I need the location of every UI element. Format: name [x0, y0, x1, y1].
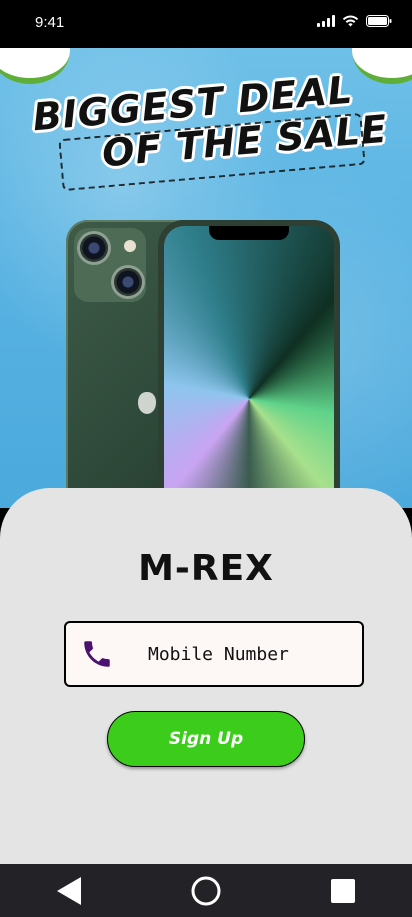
hero-decoration: [0, 48, 70, 84]
brand-title: M-REX: [138, 548, 274, 589]
back-button[interactable]: [39, 864, 99, 917]
battery-icon: [366, 15, 392, 27]
mobile-number-input[interactable]: [146, 642, 350, 666]
wifi-icon: [342, 15, 359, 27]
phone-notch: [209, 226, 289, 240]
system-nav-bar: [0, 864, 412, 917]
hero-banner: BIGGEST DEAL OF THE SALE: [0, 48, 412, 508]
home-icon: [191, 876, 221, 905]
status-icons: [317, 15, 392, 27]
camera-lens: [114, 268, 142, 296]
brand-logo-icon: [138, 392, 156, 414]
camera-flash: [124, 240, 136, 252]
camera-module: [74, 228, 146, 302]
status-time: 9:41: [35, 14, 65, 31]
signal-icon: [317, 15, 335, 27]
recents-button[interactable]: [313, 864, 373, 917]
camera-lens: [80, 234, 108, 262]
product-phone-front: [158, 220, 340, 508]
phone-icon: [80, 637, 114, 671]
back-icon: [56, 876, 81, 905]
status-bar: 9:41: [0, 0, 412, 48]
signup-sheet: M-REX Sign Up: [0, 488, 412, 864]
mobile-number-field[interactable]: [64, 621, 364, 687]
home-button[interactable]: [176, 864, 236, 917]
sign-up-button[interactable]: Sign Up: [107, 711, 305, 767]
recents-icon: [331, 878, 356, 903]
phone-screen: [164, 226, 334, 508]
